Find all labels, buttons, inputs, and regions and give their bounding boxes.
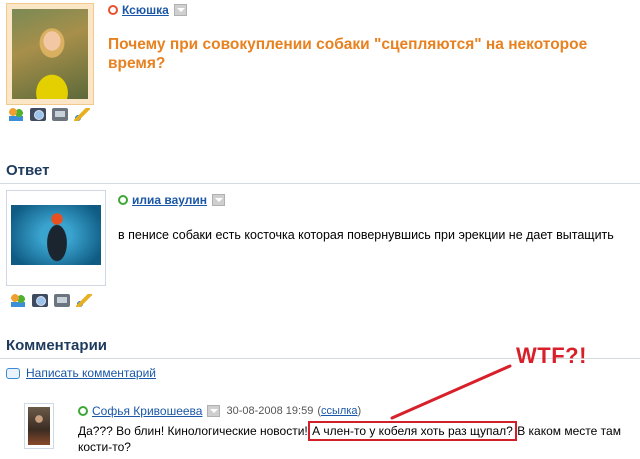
answer-author-avatar[interactable] xyxy=(6,190,106,286)
video-icon[interactable] xyxy=(54,294,70,307)
highlighted-phrase: А член-то у кобеля хоть раз щупал? xyxy=(308,421,517,441)
answer-text: в пенисе собаки есть косточка которая по… xyxy=(118,228,614,242)
avatar-photo xyxy=(28,407,50,445)
question-author-actions xyxy=(8,108,90,121)
answer-author-link[interactable]: илиа ваулин xyxy=(132,193,207,207)
comment-date: 30-08-2008 19:59 xyxy=(226,405,314,417)
answer-author-actions xyxy=(10,294,92,307)
user-status-icon xyxy=(118,195,128,205)
avatar-photo xyxy=(11,205,101,265)
comment-permalink[interactable]: ссылка xyxy=(321,405,358,417)
answer-author: илиа ваулин xyxy=(118,193,226,207)
video-icon[interactable] xyxy=(52,108,68,121)
user-status-icon xyxy=(108,5,118,15)
avatar-photo xyxy=(12,9,88,99)
comment-text: Да??? Во блин! Кинологические новости! А… xyxy=(78,421,626,455)
comment-author-link[interactable]: Софья Кривошеева xyxy=(92,404,202,418)
comment-link-wrapper: (ссылка) xyxy=(317,405,362,417)
users-icon[interactable] xyxy=(10,294,26,307)
chevron-down-icon[interactable] xyxy=(212,194,226,206)
edit-icon[interactable] xyxy=(74,108,90,121)
comment-author-avatar[interactable] xyxy=(24,403,54,449)
comment-icon[interactable] xyxy=(6,367,20,379)
comment-meta: Софья Кривошеева 30-08-2008 19:59 (ссылк… xyxy=(78,404,361,418)
photo-icon[interactable] xyxy=(32,294,48,307)
question-author: Ксюшка xyxy=(108,3,187,17)
question-author-link[interactable]: Ксюшка xyxy=(122,3,169,17)
question-title: Почему при совокуплении собаки "сцепляют… xyxy=(108,36,588,72)
write-comment-link[interactable]: Написать комментарий xyxy=(26,366,156,380)
chevron-down-icon[interactable] xyxy=(207,405,221,417)
divider xyxy=(0,183,640,184)
comments-section-title: Комментарии xyxy=(6,337,108,354)
chevron-down-icon[interactable] xyxy=(173,4,187,16)
photo-icon[interactable] xyxy=(30,108,46,121)
user-status-icon xyxy=(78,406,88,416)
users-icon[interactable] xyxy=(8,108,24,121)
comment-text-start: Да??? Во блин! Кинологические новости! xyxy=(78,424,312,438)
edit-icon[interactable] xyxy=(76,294,92,307)
write-comment-row: Написать комментарий xyxy=(6,366,156,380)
answer-section-title: Ответ xyxy=(6,162,50,179)
question-author-avatar[interactable] xyxy=(6,3,94,105)
wtf-annotation: WTF?! xyxy=(516,343,587,368)
